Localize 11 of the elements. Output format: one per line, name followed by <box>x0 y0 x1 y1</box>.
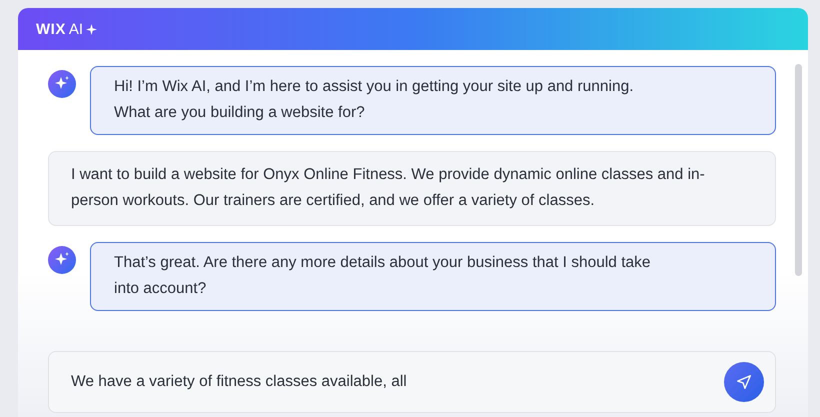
ai-avatar-icon <box>48 70 76 98</box>
logo: WIX <box>36 20 66 38</box>
user-message: I want to build a website for Onyx Online Fitness. We provide dynamic online classes and in-person workouts. Our trainers are certified, and we offer a variety of classes. <box>48 151 776 226</box>
ai-message: Hi! I’m Wix AI, and I’m here to assist you in getting your site up and running. What are you building a website for? <box>90 66 776 135</box>
send-icon <box>735 373 753 391</box>
logo-suffix: AI <box>68 20 84 38</box>
ai-message: That’s great. Are there any more details about your business that I should take into account? <box>90 242 776 311</box>
scrollbar[interactable] <box>795 64 802 276</box>
sparkle-icon <box>86 24 98 34</box>
message-input-field[interactable]: We have a variety of fitness classes available, all <box>48 351 776 413</box>
ai-avatar-icon <box>48 246 76 274</box>
